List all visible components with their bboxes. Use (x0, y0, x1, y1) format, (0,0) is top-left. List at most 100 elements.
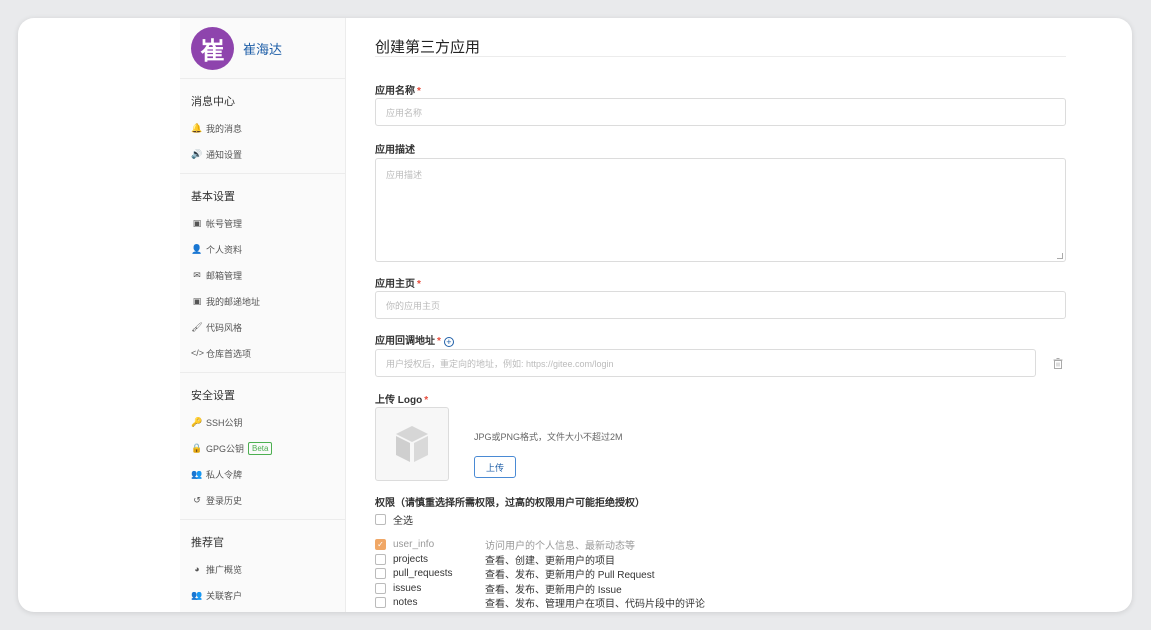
sidebar-item[interactable]: </> 仓库首选项 (180, 340, 345, 366)
sidebar-item[interactable]: ✉ 邮箱管理 (180, 262, 345, 288)
menu-section-title: 基本设置 (191, 191, 235, 203)
menu-section: 基本设置 ▣ 帐号管理 👤 个人资料 ✉ 邮箱管理 ▣ 我的邮递地址 🖌 代码风格 </> 仓库首选项 (180, 174, 345, 373)
permission-checkbox[interactable] (375, 539, 386, 550)
sidebar-item[interactable]: ▣ 我的邮递地址 (180, 288, 345, 314)
sidebar-item-label: 关联客户 (206, 590, 243, 601)
logo-hint: JPG或PNG格式，文件大小不超过2M (474, 432, 623, 442)
app-desc-textarea[interactable]: 应用描述 (375, 158, 1066, 262)
select-all-row[interactable]: 全选 (375, 512, 413, 527)
logo-preview[interactable] (375, 407, 449, 481)
app-name-input[interactable]: 应用名称 (375, 98, 1066, 126)
sidebar-item[interactable]: ▤返佣订单 (180, 608, 345, 612)
sidebar-item-icon: 🖌 (191, 321, 203, 332)
permission-desc: 查看、创建、更新用户的项目 (485, 555, 615, 567)
sidebar-item-icon: ↺ (193, 494, 201, 505)
sidebar-item[interactable]: ◕ 推广概览 (180, 556, 345, 582)
sidebar-item[interactable]: 🔒 GPG公钥 Beta (180, 435, 345, 461)
main-content: 创建第三方应用 应用名称 * 应用名称 应用描述 应用描述 应用主页 * 你的应用主… (375, 18, 1066, 612)
menu-section: 推荐官◕推广概览👥关联客户▤返佣订单 (180, 520, 345, 612)
page-title: 创建第三方应用 (375, 18, 1066, 57)
callback-input[interactable]: 用户授权后，重定向的地址，例如: https://gitee.com/login (375, 349, 1036, 377)
sidebar-item[interactable]: ↺ 登录历史 (180, 487, 345, 513)
callback-placeholder: 用户授权后，重定向的地址，例如: https://gitee.com/login (386, 358, 614, 369)
menu-section-title: 推荐官 (191, 537, 224, 549)
sidebar-item[interactable]: 👥 关联客户 (180, 582, 345, 608)
sidebar-sections: 消息中心 🔔 我的消息 🔊 通知设置 基本设置 ▣ 帐号管理 👤 个人资料 ✉ 邮箱管理 ▣ 我的邮递地址… (180, 79, 345, 612)
sidebar-item[interactable]: 🖌 代码风格 (180, 314, 345, 340)
app-name-label: 应用名称 * (375, 82, 421, 97)
permission-name: pull_requests (393, 568, 453, 579)
add-callback-icon[interactable]: + (443, 337, 454, 347)
sidebar-item-label: 代码风格 (206, 322, 243, 333)
sidebar-item-icon: ▣ (192, 295, 202, 306)
required-mark: * (424, 395, 429, 406)
logo-label-text: 上传 Logo (375, 395, 423, 406)
permission-checkbox[interactable] (375, 582, 386, 594)
select-all-label: 全选 (393, 516, 413, 527)
sidebar-item-icon: ▣ (192, 217, 202, 228)
sidebar-item-icon: 🔒 (191, 442, 203, 453)
permission-row[interactable]: pull_requests 查看、发布、更新用户的 Pull Request (375, 566, 654, 581)
permission-desc: 访问用户的个人信息、最新动态等 (485, 541, 635, 552)
sidebar-item[interactable]: 👥 私人令牌 (180, 461, 345, 487)
homepage-placeholder: 你的应用主页 (386, 300, 441, 311)
sidebar-item-label: SSH公钥 (206, 417, 243, 428)
permissions-title: 权限（请慎重选择所需权限，过高的权限用户可能拒绝授权） (375, 498, 645, 509)
sidebar-item-label: GPG公钥 (206, 443, 245, 454)
app-name-label-text: 应用名称 (375, 86, 415, 97)
select-all-checkbox[interactable] (375, 514, 386, 525)
trash-icon[interactable] (1053, 358, 1063, 369)
sidebar-item-icon: 🔊 (191, 148, 203, 159)
browser-window: 崔 崔海达 消息中心 🔔 我的消息 🔊 通知设置 基本设置 ▣ 帐号管理 👤 个人资料 ✉ 邮箱管理 ▣… (18, 18, 1132, 612)
permission-row[interactable]: notes 查看、发布、管理用户在项目、代码片段中的评论 (375, 595, 705, 610)
sidebar-item-label: 我的邮递地址 (206, 296, 261, 307)
callback-label: 应用回调地址 * + (375, 332, 454, 347)
avatar[interactable]: 崔 (191, 26, 234, 70)
sidebar-item[interactable]: 🔊 通知设置 (180, 141, 345, 167)
sidebar-item-icon: </> (191, 348, 205, 358)
homepage-label-text: 应用主页 (375, 279, 415, 290)
sidebar-item-icon: 👤 (191, 243, 203, 254)
sidebar-item-icon: 🔔 (191, 122, 203, 133)
sidebar-item[interactable]: 👤 个人资料 (180, 236, 345, 262)
permission-desc: 查看、发布、管理用户在项目、代码片段中的评论 (485, 599, 705, 610)
menu-section: 安全设置 🔑 SSH公钥 🔒 GPG公钥 Beta 👥 私人令牌 ↺ 登录历史 (180, 373, 345, 520)
sidebar-item-icon: ◕ (194, 564, 200, 574)
permission-name: notes (393, 597, 418, 608)
required-mark: * (437, 336, 441, 347)
permission-row[interactable]: issues 查看、发布、更新用户的 Issue (375, 581, 622, 596)
menu-section-title: 消息中心 (191, 96, 235, 108)
sidebar-item[interactable]: 🔔 我的消息 (180, 115, 345, 141)
permission-row[interactable]: user_info 访问用户的个人信息、最新动态等 (375, 537, 635, 552)
required-mark: * (417, 279, 421, 290)
resize-grip[interactable] (1057, 253, 1063, 259)
permission-row[interactable]: projects 查看、创建、更新用户的项目 (375, 552, 615, 567)
sidebar-item-label: 个人资料 (206, 244, 243, 255)
sidebar-item-icon: 👥 (191, 468, 203, 479)
username-link[interactable]: 崔海达 (243, 39, 282, 58)
permission-checkbox[interactable] (375, 568, 386, 579)
permission-name: projects (393, 553, 429, 565)
sidebar-item-label: 帐号管理 (206, 218, 243, 229)
homepage-input[interactable]: 你的应用主页 (375, 291, 1066, 319)
callback-label-text: 应用回调地址 (375, 336, 435, 347)
permission-name: user_info (393, 539, 435, 550)
homepage-label: 应用主页 * (375, 275, 421, 290)
permission-checkbox[interactable] (375, 597, 386, 608)
sidebar-item[interactable]: ▣ 帐号管理 (180, 210, 345, 236)
sidebar-item-label: 登录历史 (206, 495, 243, 506)
menu-section: 消息中心 🔔 我的消息 🔊 通知设置 (180, 79, 345, 174)
sidebar-item-label: 邮箱管理 (206, 270, 243, 281)
sidebar-item-label: 仓库首选项 (206, 348, 252, 359)
beta-badge: Beta (248, 441, 273, 455)
logo-label: 上传 Logo * (375, 391, 428, 406)
app-name-placeholder: 应用名称 (386, 107, 423, 118)
sidebar-item-icon: ✉ (193, 269, 201, 280)
sidebar-item[interactable]: 🔑 SSH公钥 (180, 409, 345, 435)
user-box: 崔 崔海达 (180, 18, 345, 79)
sidebar-item-label: 我的消息 (206, 123, 243, 134)
upload-button[interactable]: 上传 (474, 456, 516, 478)
required-mark: * (417, 86, 421, 97)
sidebar-item-icon: 👥 (191, 589, 203, 600)
permission-checkbox[interactable] (375, 553, 386, 565)
